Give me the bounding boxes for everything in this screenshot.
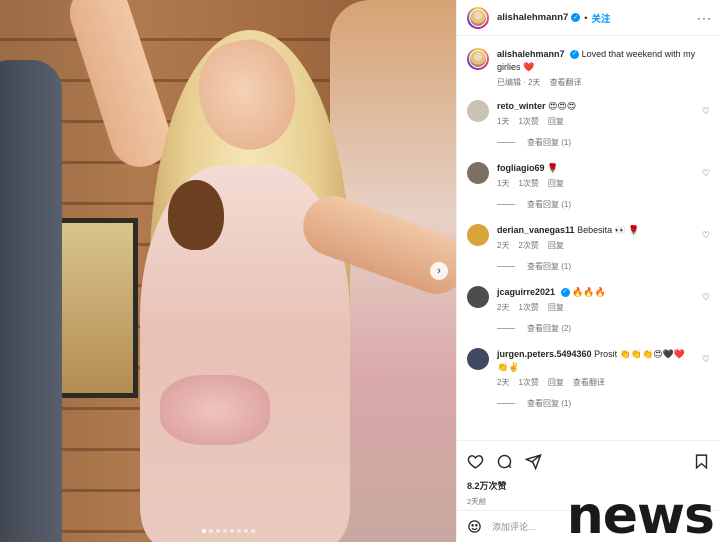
comment-item: fogliagio69 🌹 1天 1次赞 回复 ♡ <box>467 162 710 189</box>
comment-translate-link[interactable]: 查看翻译 <box>573 377 605 388</box>
carousel-dot <box>201 529 206 533</box>
comment-likes[interactable]: 2次赞 <box>518 240 538 251</box>
comment-reply-button[interactable]: 回复 <box>548 240 564 251</box>
view-replies-label: 查看回复 (2) <box>527 324 571 333</box>
comment-time: 2天 <box>497 241 510 250</box>
comment-like-heart-icon[interactable]: ♡ <box>702 292 710 303</box>
person-left-silhouette <box>0 60 62 542</box>
post-caption: alishalehmann7 ✓ Loved that weekend with… <box>467 48 710 88</box>
gingerbread-heart <box>168 180 224 250</box>
comment-username[interactable]: jurgen.peters.5494360 <box>497 349 592 359</box>
carousel-dot <box>250 529 255 533</box>
comment-bubble-icon[interactable] <box>496 453 513 470</box>
view-replies-button[interactable]: 查看回复 (2) <box>497 323 710 334</box>
verified-badge-icon: ✓ <box>571 13 581 22</box>
comment-avatar[interactable] <box>467 224 489 246</box>
caption-edited-time: 已编辑 · 2天 <box>497 78 541 87</box>
view-replies-button[interactable]: 查看回复 (1) <box>497 398 710 409</box>
comment-reply-button[interactable]: 回复 <box>548 377 564 388</box>
comment-time: 2天 <box>497 378 510 387</box>
comment-reply-button[interactable]: 回复 <box>548 116 564 127</box>
comment-item: jurgen.peters.5494360 Prosit 👏👏👏😍🖤❤️👏✌️ … <box>467 348 710 388</box>
replies-divider <box>497 266 515 267</box>
caption-translate-link[interactable]: 查看翻译 <box>550 77 582 88</box>
comment-avatar[interactable] <box>467 100 489 122</box>
comment-item: reto_winter 😍😍😍 1天 1次赞 回复 ♡ <box>467 100 710 127</box>
verified-badge-icon: ✓ <box>570 50 580 60</box>
view-replies-button[interactable]: 查看回复 (1) <box>497 199 710 210</box>
comment-like-heart-icon[interactable]: ♡ <box>702 168 710 179</box>
comment-like-heart-icon[interactable]: ♡ <box>702 230 710 241</box>
comment-text: 🌹 <box>547 163 559 173</box>
apron-bow <box>160 375 270 445</box>
comment-text: 😍😍😍 <box>548 101 577 111</box>
comment-likes[interactable]: 1次赞 <box>518 377 538 388</box>
replies-divider <box>497 204 515 205</box>
author-avatar[interactable] <box>467 6 489 29</box>
replies-divider <box>497 328 515 329</box>
comment-time: 2天 <box>497 303 510 312</box>
carousel-dots <box>0 529 456 533</box>
comment-reply-button[interactable]: 回复 <box>548 302 564 313</box>
carousel-next-button[interactable]: › <box>430 262 448 280</box>
comment-reply-button[interactable]: 回复 <box>548 178 564 189</box>
follow-button[interactable]: 关注 <box>591 11 610 25</box>
comment-likes[interactable]: 1次赞 <box>518 178 538 189</box>
comment-username[interactable]: fogliagio69 <box>497 163 545 173</box>
comment-likes[interactable]: 1次赞 <box>518 302 538 313</box>
comment-item: derian_vanegas11 Bebesita 👀 🌹 2天 2次赞 回复 … <box>467 224 710 251</box>
comment-text: 🔥🔥🔥 <box>572 287 606 297</box>
caption-avatar[interactable] <box>467 48 489 70</box>
post-photo: › <box>0 0 456 542</box>
comment-block: reto_winter 😍😍😍 1天 1次赞 回复 ♡ 查看回复 (1) <box>467 100 710 148</box>
carousel-dot <box>236 529 241 533</box>
comment-item: jcaguirre2021 ✓ 🔥🔥🔥 2天 1次赞 回复 ♡ <box>467 286 710 313</box>
carousel-dot <box>208 529 213 533</box>
view-replies-button[interactable]: 查看回复 (1) <box>497 261 710 272</box>
author-username[interactable]: alishalehmann7 <box>497 12 568 23</box>
comment-like-heart-icon[interactable]: ♡ <box>702 354 710 365</box>
comments-list[interactable]: alishalehmann7 ✓ Loved that weekend with… <box>457 36 720 440</box>
carousel-dot <box>229 529 234 533</box>
post-sidebar: alishalehmann7 ✓ • 关注 ··· alishalehmann7… <box>456 0 720 542</box>
separator-dot: • <box>584 12 588 23</box>
comment-username[interactable]: derian_vanegas11 <box>497 225 575 235</box>
more-options-icon[interactable]: ··· <box>697 11 712 25</box>
caption-username[interactable]: alishalehmann7 <box>497 49 565 59</box>
view-replies-label: 查看回复 (1) <box>527 200 571 209</box>
news-watermark: news <box>566 486 715 542</box>
verified-badge-icon: ✓ <box>560 288 570 298</box>
comment-block: jurgen.peters.5494360 Prosit 👏👏👏😍🖤❤️👏✌️ … <box>467 348 710 409</box>
view-replies-label: 查看回复 (1) <box>527 262 571 271</box>
emoji-smiley-icon[interactable] <box>467 519 482 534</box>
post-header: alishalehmann7 ✓ • 关注 ··· <box>457 0 720 36</box>
comment-time: 1天 <box>497 179 510 188</box>
comment-block: derian_vanegas11 Bebesita 👀 🌹 2天 2次赞 回复 … <box>467 224 710 272</box>
comment-username[interactable]: reto_winter <box>497 101 546 111</box>
view-replies-label: 查看回复 (1) <box>527 138 571 147</box>
comment-avatar[interactable] <box>467 348 489 370</box>
comment-avatar[interactable] <box>467 286 489 308</box>
carousel-dot <box>215 529 220 533</box>
comment-text: Bebesita 👀 🌹 <box>577 225 640 235</box>
comment-likes[interactable]: 1次赞 <box>518 116 538 127</box>
carousel-dot <box>222 529 227 533</box>
chevron-right-icon: › <box>437 265 441 277</box>
comment-username[interactable]: jcaguirre2021 <box>497 287 555 297</box>
comment-block: fogliagio69 🌹 1天 1次赞 回复 ♡ 查看回复 (1) <box>467 162 710 210</box>
like-heart-icon[interactable] <box>467 453 484 470</box>
replies-divider <box>497 142 515 143</box>
wall-poster <box>52 218 138 398</box>
comment-block: jcaguirre2021 ✓ 🔥🔥🔥 2天 1次赞 回复 ♡ 查看回复 (2) <box>467 286 710 334</box>
comment-avatar[interactable] <box>467 162 489 184</box>
view-replies-button[interactable]: 查看回复 (1) <box>497 137 710 148</box>
replies-divider <box>497 403 515 404</box>
comment-time: 1天 <box>497 117 510 126</box>
bookmark-save-icon[interactable] <box>693 453 710 470</box>
view-replies-label: 查看回复 (1) <box>527 399 571 408</box>
carousel-dot <box>243 529 248 533</box>
share-send-icon[interactable] <box>525 453 542 470</box>
comment-like-heart-icon[interactable]: ♡ <box>702 106 710 117</box>
